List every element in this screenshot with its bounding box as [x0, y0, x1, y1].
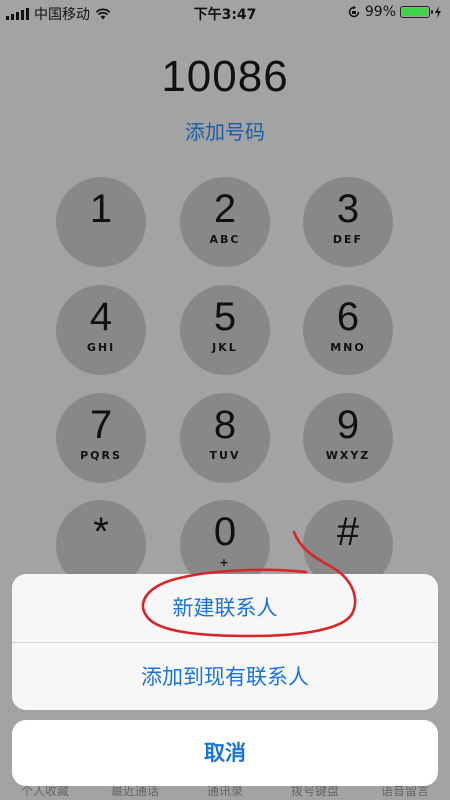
key-6[interactable]: 6 MNO [303, 285, 393, 375]
key-letters: GHI [86, 341, 116, 354]
key-4[interactable]: 4 GHI [56, 285, 146, 375]
key-digit: 2 [213, 187, 237, 231]
key-letters: JKL [212, 341, 238, 354]
key-letters: DEF [332, 233, 364, 246]
key-5[interactable]: 5 JKL [180, 285, 270, 375]
key-1[interactable]: 1 [56, 177, 146, 267]
key-9[interactable]: 9 WXYZ [303, 393, 393, 483]
key-digit: 4 [89, 295, 113, 339]
key-letters: WXYZ [325, 449, 371, 462]
phone-screen: 中国移动 下午3:47 99% 10086 添加号码 1 2 ABC 3 DEF… [0, 0, 450, 800]
action-sheet-group: 新建联系人 添加到现有联系人 [12, 574, 438, 710]
key-digit: # [336, 510, 360, 554]
create-new-contact-button[interactable]: 新建联系人 [12, 574, 438, 642]
key-digit: 9 [336, 403, 360, 447]
key-letters: TUV [209, 449, 241, 462]
key-digit: 0 [213, 510, 237, 554]
key-7[interactable]: 7 PQRS [56, 393, 146, 483]
key-letters: MNO [330, 341, 366, 354]
key-digit: 5 [213, 295, 237, 339]
key-8[interactable]: 8 TUV [180, 393, 270, 483]
key-3[interactable]: 3 DEF [303, 177, 393, 267]
key-digit: 8 [213, 403, 237, 447]
add-to-existing-contact-button[interactable]: 添加到现有联系人 [12, 642, 438, 710]
key-2[interactable]: 2 ABC [180, 177, 270, 267]
key-letters: ABC [209, 233, 241, 246]
cancel-button[interactable]: 取消 [12, 720, 438, 786]
key-digit: 6 [336, 295, 360, 339]
key-letters: + [219, 556, 231, 569]
key-digit: 3 [336, 187, 360, 231]
key-digit: 1 [89, 187, 113, 231]
key-digit: 7 [89, 403, 113, 447]
key-letters: PQRS [80, 449, 122, 462]
key-digit: * [93, 510, 109, 554]
